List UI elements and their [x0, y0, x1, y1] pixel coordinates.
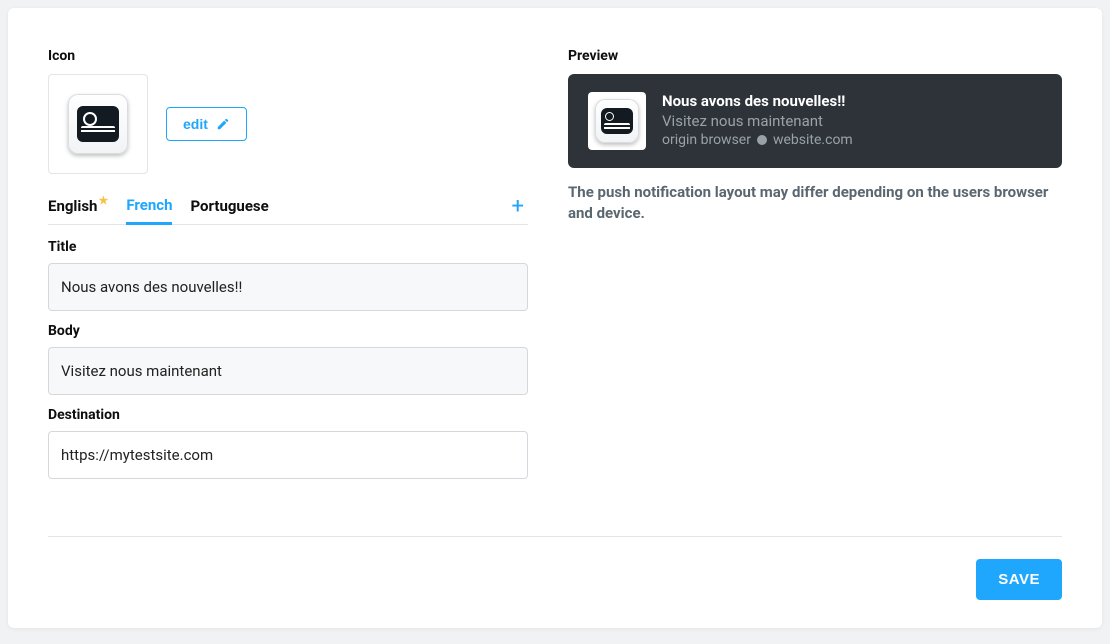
preview-title: Nous avons des nouvelles!! [662, 92, 853, 110]
icon-preview [48, 74, 148, 174]
preview-column: Preview Nous avons des nouvelles!! Visit… [568, 48, 1062, 510]
form-column: Icon edit English ★ [48, 48, 528, 510]
icon-section-label: Icon [48, 48, 528, 64]
tab-french[interactable]: French [126, 196, 172, 225]
tab-label: Portuguese [190, 197, 268, 215]
edit-icon-button[interactable]: edit [166, 107, 247, 141]
language-tabs: English ★ French Portuguese + [48, 196, 528, 225]
origin-dot-icon [757, 135, 767, 145]
save-button[interactable]: SAVE [976, 559, 1062, 600]
body-input[interactable] [48, 347, 528, 395]
footer: SAVE [48, 537, 1062, 600]
tab-label: English [48, 197, 97, 215]
app-icon [68, 94, 128, 154]
icon-row: edit [48, 74, 528, 174]
title-input[interactable] [48, 263, 528, 311]
preview-text: Nous avons des nouvelles!! Visitez nous … [662, 92, 853, 148]
origin-website: website.com [773, 132, 853, 148]
origin-browser-label: origin browser [662, 132, 751, 148]
tab-english[interactable]: English ★ [48, 197, 108, 223]
edit-label: edit [183, 116, 208, 132]
body-label: Body [48, 323, 528, 339]
tab-portuguese[interactable]: Portuguese [190, 197, 268, 223]
notification-preview: Nous avons des nouvelles!! Visitez nous … [568, 74, 1062, 168]
preview-note: The push notification layout may differ … [568, 182, 1062, 224]
preview-origin: origin browser website.com [662, 132, 853, 148]
pencil-icon [216, 117, 230, 131]
preview-icon [588, 92, 646, 150]
preview-section-label: Preview [568, 48, 1062, 64]
tab-label: French [126, 196, 172, 214]
plus-icon: + [512, 194, 524, 219]
notification-editor-card: Icon edit English ★ [8, 8, 1102, 628]
add-language-button[interactable]: + [508, 196, 528, 224]
destination-label: Destination [48, 407, 528, 423]
star-icon: ★ [98, 195, 108, 206]
destination-input[interactable] [48, 431, 528, 479]
preview-body: Visitez nous maintenant [662, 112, 853, 130]
title-label: Title [48, 239, 528, 255]
